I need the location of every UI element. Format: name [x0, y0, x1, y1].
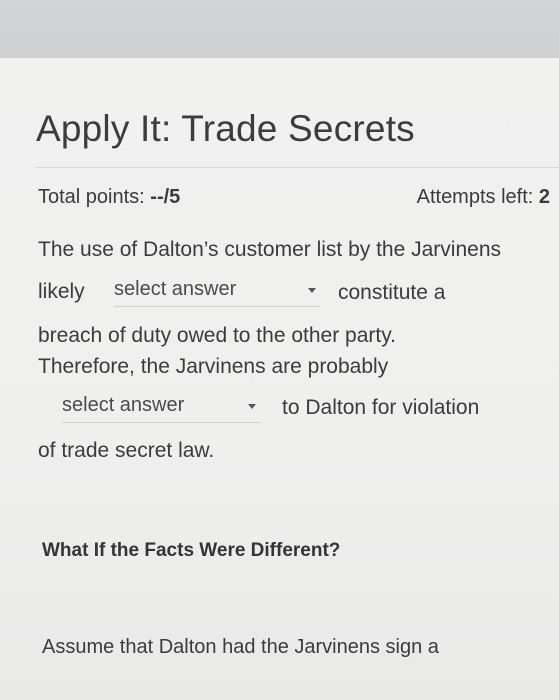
answer-dropdown-2-value: select answer: [62, 394, 185, 416]
chevron-down-icon: [308, 288, 316, 293]
question-line-2-suffix: constitute a: [338, 281, 446, 304]
top-background: [0, 0, 559, 58]
attempts-left-label: Attempts left:: [416, 186, 539, 208]
total-points: Total points: --/5: [38, 186, 180, 209]
question-line-2-prefix: likely: [38, 280, 85, 303]
total-points-label: Total points:: [38, 186, 151, 208]
title-divider: [36, 167, 559, 168]
question-line-5-suffix: to Dalton for violation: [282, 396, 480, 419]
question-line-6: of trade secret law.: [38, 439, 215, 462]
question-line-1: The use of Dalton’s customer list by the…: [38, 238, 501, 261]
what-if-text: Assume that Dalton had the Jarvinens sig…: [42, 636, 439, 658]
answer-dropdown-1-value: select answer: [114, 278, 237, 300]
answer-dropdown-1[interactable]: select answer: [114, 278, 320, 307]
attempts-left-value: 2: [538, 186, 550, 208]
total-points-value: --/5: [150, 186, 181, 208]
question-line-3: breach of duty owed to the other party.: [38, 324, 396, 347]
page-title: Apply It: Trade Secrets: [36, 108, 415, 149]
chevron-down-icon: [248, 404, 256, 409]
question-panel: [0, 58, 559, 700]
what-if-heading: What If the Facts Were Different?: [42, 540, 341, 561]
question-line-4: Therefore, the Jarvinens are probably: [38, 355, 389, 378]
answer-dropdown-2[interactable]: select answer: [62, 394, 260, 423]
attempts-left: Attempts left: 2: [417, 186, 550, 209]
